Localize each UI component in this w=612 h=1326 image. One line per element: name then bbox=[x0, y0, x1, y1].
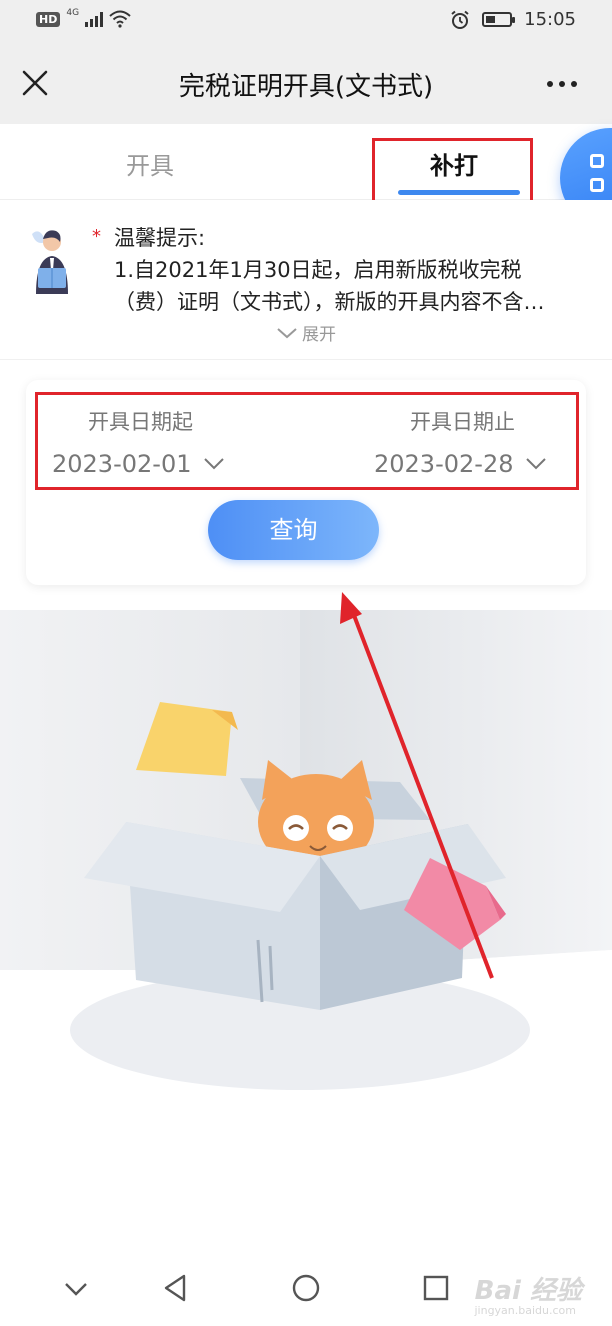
nav-bar: 完税证明开具(文书式) bbox=[0, 44, 612, 124]
signal-icon bbox=[85, 11, 104, 27]
clock: 15:05 bbox=[524, 9, 576, 30]
chevron-down-icon[interactable] bbox=[56, 1268, 96, 1308]
notice-line-1: 1.自2021年1月30日起，启用新版税收完税 bbox=[114, 258, 522, 282]
wifi-icon bbox=[109, 10, 131, 28]
tab-kaiju[interactable]: 开具 bbox=[126, 146, 174, 181]
chevron-down-icon bbox=[277, 327, 297, 338]
reader-illustration-icon bbox=[32, 230, 68, 294]
notice-line-2: （费）证明（文书式），新版的开具内容不含… bbox=[114, 290, 545, 314]
home-icon[interactable] bbox=[286, 1268, 326, 1308]
watermark-sub: jingyan.baidu.com bbox=[474, 1304, 576, 1317]
query-button[interactable]: 查询 bbox=[208, 500, 379, 560]
back-icon[interactable] bbox=[156, 1268, 196, 1308]
status-bar: HD 4G 15:05 bbox=[0, 0, 612, 44]
battery-icon bbox=[482, 12, 516, 27]
page-title: 完税证明开具(文书式) bbox=[178, 72, 434, 102]
recent-apps-icon[interactable] bbox=[416, 1268, 456, 1308]
empty-state-illustration bbox=[0, 610, 612, 1170]
notice-title: 温馨提示: bbox=[114, 226, 206, 250]
highlight-box-dates bbox=[35, 392, 579, 490]
expand-toggle[interactable]: 展开 bbox=[276, 320, 336, 345]
notice-panel: * 温馨提示: 1.自2021年1月30日起，启用新版税收完税 （费）证明（文书… bbox=[0, 200, 612, 360]
network-type: 4G bbox=[66, 8, 80, 18]
hd-badge: HD bbox=[36, 11, 61, 27]
page: HD 4G 15:05 完税证明开具(文书式) 开具 补打 * 温馨提示: 1.… bbox=[0, 0, 612, 1326]
expand-label: 展开 bbox=[302, 325, 336, 345]
required-asterisk: * bbox=[92, 226, 101, 247]
more-icon[interactable] bbox=[542, 72, 582, 96]
grid-icon bbox=[590, 154, 604, 168]
alarm-icon bbox=[451, 10, 469, 29]
watermark: Bai 经验 bbox=[474, 1276, 582, 1306]
